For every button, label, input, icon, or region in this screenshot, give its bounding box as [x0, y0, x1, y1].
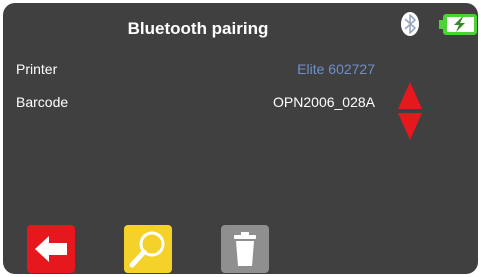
printer-label: Printer	[16, 61, 58, 77]
up-down-arrows-icon[interactable]	[398, 82, 422, 140]
delete-button[interactable]	[221, 225, 269, 273]
magnifier-icon	[129, 231, 165, 268]
battery-charging-icon	[439, 14, 477, 35]
device-screen: Bluetooth pairing Printer Elite 602727 B…	[3, 3, 478, 274]
page-title: Bluetooth pairing	[127, 19, 269, 38]
barcode-label: Barcode	[16, 94, 69, 110]
barcode-value[interactable]: OPN2006_028A	[273, 94, 375, 110]
trash-icon	[234, 232, 256, 266]
back-arrow-icon	[35, 236, 67, 262]
search-button[interactable]	[124, 225, 172, 273]
back-button[interactable]	[27, 225, 75, 273]
printer-value[interactable]: Elite 602727	[297, 61, 375, 77]
bluetooth-icon	[400, 11, 420, 37]
